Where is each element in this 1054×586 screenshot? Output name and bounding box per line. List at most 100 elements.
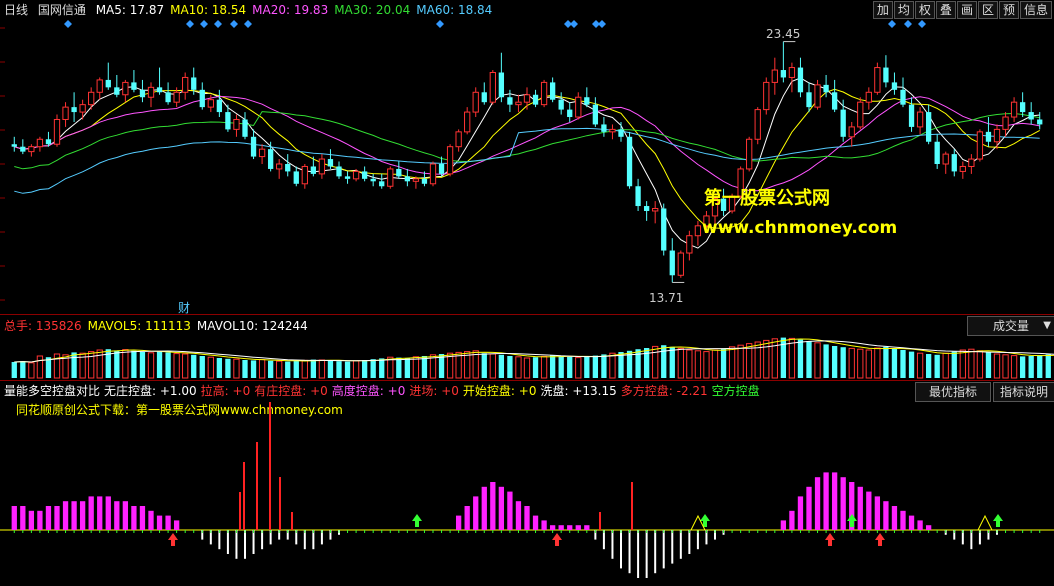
volume-bar (985, 352, 992, 378)
candle-body (746, 138, 753, 170)
volume-chart[interactable] (0, 320, 1054, 380)
indicator-help-tab[interactable]: 指标说明 (993, 382, 1054, 402)
volume-bar (968, 348, 975, 379)
candle-body (182, 76, 189, 93)
candle-body (489, 72, 496, 103)
volume-bar (874, 347, 881, 379)
volume-bar (823, 344, 829, 378)
volume-bar (28, 362, 35, 379)
candle-body (592, 104, 599, 125)
volume-bar (720, 348, 727, 378)
candle-body (429, 163, 437, 185)
candle-body (532, 94, 539, 105)
volume-bar (71, 352, 77, 378)
indicator-legend-item-6: 开始控盘: +0 (462, 384, 537, 398)
bull-control-bar (173, 520, 180, 530)
candle-body (993, 128, 1001, 143)
signal-diamond-icon (918, 20, 926, 28)
indicator-legend-item-2: 拉高: +0 (200, 384, 251, 398)
bull-control-bar (79, 501, 86, 530)
volume-bar (242, 360, 248, 378)
price-chart[interactable] (0, 0, 1054, 314)
bull-control-bar (62, 501, 69, 530)
volume-bar (156, 351, 163, 378)
ma60-line (14, 127, 1040, 194)
candle-body (79, 104, 86, 113)
volume-bar (840, 347, 846, 378)
indicator-chart[interactable] (0, 402, 1054, 582)
volume-bar (865, 349, 872, 379)
bull-control-bar (831, 472, 838, 530)
candle-body (575, 96, 582, 118)
volume-bar (558, 356, 564, 378)
candle-body (276, 163, 283, 170)
volume-bar (763, 339, 770, 379)
volume-bar (532, 357, 539, 378)
candle-body (1002, 116, 1009, 130)
candle-body (242, 119, 248, 137)
bull-control-bar (789, 510, 795, 530)
volume-bar (361, 360, 368, 378)
optimal-indicator-tab[interactable]: 最优指标 (915, 382, 991, 402)
candle-body (677, 252, 684, 276)
candle-body (908, 104, 915, 127)
volume-bar (131, 350, 137, 378)
red-up-arrow-icon (552, 533, 562, 546)
volume-bar (352, 360, 360, 379)
candle-body (421, 178, 428, 184)
bear-control-bar (662, 530, 665, 569)
candle-body (669, 250, 675, 276)
candle-body (515, 101, 522, 106)
bear-control-bar (679, 530, 682, 559)
bull-control-bar (114, 501, 120, 530)
candle-body (191, 77, 197, 90)
bull-control-bar (549, 525, 556, 530)
volume-bar (507, 356, 513, 378)
signal-diamond-icon (244, 20, 252, 28)
candle-body (173, 91, 180, 103)
candle-body (754, 109, 761, 140)
candle-body (814, 84, 821, 108)
candle-body (199, 89, 205, 108)
candle-body (122, 81, 129, 96)
red-up-arrow-icon (875, 533, 885, 546)
candle-body (840, 109, 846, 137)
green-up-arrow-icon (847, 514, 857, 527)
bear-control-bar (611, 530, 614, 559)
indicator-legend-item-5: 进场: +0 (409, 384, 459, 398)
candle-body (831, 92, 838, 110)
bull-control-bar (532, 515, 539, 530)
bear-control-bar (645, 530, 648, 578)
volume-bar (318, 359, 326, 379)
volume-bar (293, 360, 299, 378)
volume-bar (379, 358, 385, 378)
indicator-legend-item-9: 空方控盘 (711, 384, 760, 398)
volume-bar (1037, 355, 1043, 378)
volume-bar (677, 347, 684, 379)
volume-bar (285, 361, 291, 378)
volume-bar (199, 356, 205, 378)
volume-bar (165, 352, 171, 378)
volume-bar (916, 352, 924, 379)
candle-body (88, 91, 95, 106)
green-up-arrow-icon (700, 514, 710, 527)
candle-body (20, 146, 26, 152)
indicator-legend-item-0: 量能多空控盘对比 (4, 384, 101, 398)
high-price-label: 23.45 (766, 27, 801, 41)
volume-bar (489, 353, 496, 379)
candle-body (310, 166, 317, 174)
volume-bar (481, 353, 487, 378)
candle-body (446, 146, 454, 175)
candle-body (643, 206, 650, 211)
candle-body (694, 225, 702, 237)
red-up-arrow-icon (168, 533, 178, 546)
bull-control-bar (908, 515, 915, 530)
volume-bar (173, 353, 180, 379)
candle-body (404, 176, 411, 182)
bull-control-bar (857, 486, 863, 530)
volume-bar (1019, 356, 1026, 378)
signal-diamond-icon (64, 20, 72, 28)
volume-bar (942, 352, 949, 379)
bull-control-bar (464, 506, 470, 530)
bull-control-bar (584, 525, 590, 530)
